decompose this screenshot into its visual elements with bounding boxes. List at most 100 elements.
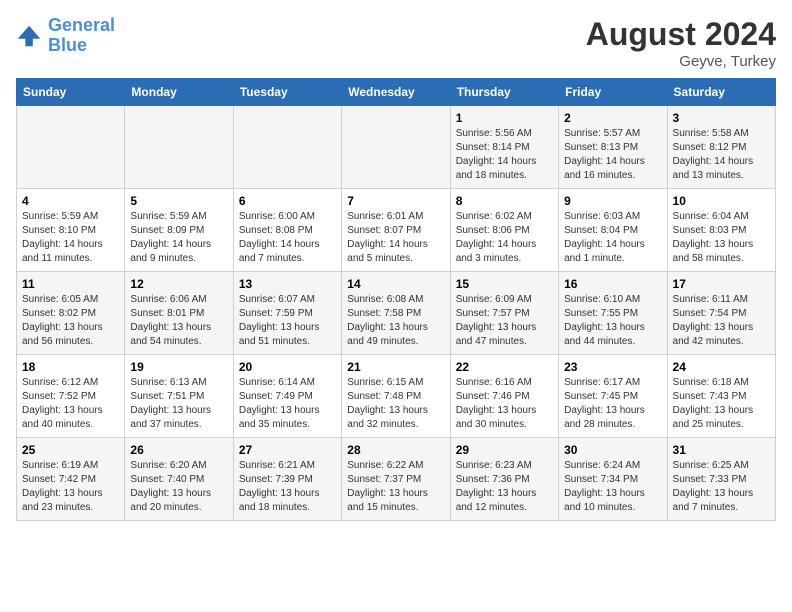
day-cell: 3 Sunrise: 5:58 AM Sunset: 8:12 PM Daylig… <box>667 106 775 189</box>
day-cell: 25Sunrise: 6:19 AM Sunset: 7:42 PM Dayli… <box>17 438 125 521</box>
logo-text: General Blue <box>48 16 115 56</box>
day-info: Sunrise: 6:18 AM Sunset: 7:43 PM Dayligh… <box>673 376 770 432</box>
day-cell: 17 Sunrise: 6:11 AM Sunset: 7:54 PM Dayli… <box>667 272 775 355</box>
day-info: Sunrise: 6:00 AM Sunset: 8:08 PM Dayligh… <box>239 210 336 266</box>
day-number: 20 <box>239 360 336 374</box>
logo-icon <box>16 22 44 50</box>
header-cell-monday: Monday <box>125 79 233 106</box>
day-number: 13 <box>239 277 336 291</box>
location: Geyve, Turkey <box>586 53 776 70</box>
day-number: 10 <box>673 194 770 208</box>
day-cell <box>125 106 233 189</box>
day-info: Sunrise: 6:07 AM Sunset: 7:59 PM Dayligh… <box>239 293 336 349</box>
day-info: Sunrise: 6:22 AM Sunset: 7:37 PM Dayligh… <box>347 459 444 515</box>
day-number: 7 <box>347 194 444 208</box>
day-number: 27 <box>239 443 336 457</box>
day-info: Sunrise: 6:03 AM Sunset: 8:04 PM Dayligh… <box>564 210 661 266</box>
day-number: 23 <box>564 360 661 374</box>
day-info: Sunrise: 5:59 AM Sunset: 8:10 PM Dayligh… <box>22 210 119 266</box>
day-cell: 21 Sunrise: 6:15 AM Sunset: 7:48 PM Dayli… <box>342 355 450 438</box>
day-info: Sunrise: 5:57 AM Sunset: 8:13 PM Dayligh… <box>564 127 661 183</box>
day-number: 2 <box>564 111 661 125</box>
header-cell-friday: Friday <box>559 79 667 106</box>
day-cell: 19 Sunrise: 6:13 AM Sunset: 7:51 PM Dayli… <box>125 355 233 438</box>
day-cell: 14 Sunrise: 6:08 AM Sunset: 7:58 PM Dayli… <box>342 272 450 355</box>
day-cell: 2 Sunrise: 5:57 AM Sunset: 8:13 PM Daylig… <box>559 106 667 189</box>
day-cell: 29 Sunrise: 6:23 AM Sunset: 7:36 PM Dayli… <box>450 438 558 521</box>
day-number: 1 <box>456 111 553 125</box>
day-cell: 23 Sunrise: 6:17 AM Sunset: 7:45 PM Dayli… <box>559 355 667 438</box>
day-number: 16 <box>564 277 661 291</box>
day-cell: 18Sunrise: 6:12 AM Sunset: 7:52 PM Dayli… <box>17 355 125 438</box>
day-info: Sunrise: 6:17 AM Sunset: 7:45 PM Dayligh… <box>564 376 661 432</box>
day-info: Sunrise: 6:23 AM Sunset: 7:36 PM Dayligh… <box>456 459 553 515</box>
day-info: Sunrise: 6:12 AM Sunset: 7:52 PM Dayligh… <box>22 376 119 432</box>
day-number: 14 <box>347 277 444 291</box>
day-cell: 4 Sunrise: 5:59 AM Sunset: 8:10 PM Daylig… <box>17 189 125 272</box>
day-cell <box>342 106 450 189</box>
day-number: 11 <box>22 277 119 291</box>
day-info: Sunrise: 6:04 AM Sunset: 8:03 PM Dayligh… <box>673 210 770 266</box>
day-info: Sunrise: 6:10 AM Sunset: 7:55 PM Dayligh… <box>564 293 661 349</box>
logo-line2: Blue <box>48 35 87 55</box>
logo-line1: General <box>48 15 115 35</box>
week-row-2: 4 Sunrise: 5:59 AM Sunset: 8:10 PM Daylig… <box>17 189 776 272</box>
day-info: Sunrise: 6:05 AM Sunset: 8:02 PM Dayligh… <box>22 293 119 349</box>
day-info: Sunrise: 6:01 AM Sunset: 8:07 PM Dayligh… <box>347 210 444 266</box>
header-cell-saturday: Saturday <box>667 79 775 106</box>
month-year: August 2024 <box>586 16 776 53</box>
day-number: 30 <box>564 443 661 457</box>
week-row-5: 25Sunrise: 6:19 AM Sunset: 7:42 PM Dayli… <box>17 438 776 521</box>
day-number: 9 <box>564 194 661 208</box>
day-number: 29 <box>456 443 553 457</box>
day-info: Sunrise: 5:59 AM Sunset: 8:09 PM Dayligh… <box>130 210 227 266</box>
day-info: Sunrise: 6:13 AM Sunset: 7:51 PM Dayligh… <box>130 376 227 432</box>
day-number: 5 <box>130 194 227 208</box>
day-cell: 10 Sunrise: 6:04 AM Sunset: 8:03 PM Dayli… <box>667 189 775 272</box>
day-cell: 24Sunrise: 6:18 AM Sunset: 7:43 PM Dayli… <box>667 355 775 438</box>
day-cell: 6 Sunrise: 6:00 AM Sunset: 8:08 PM Daylig… <box>233 189 341 272</box>
day-number: 19 <box>130 360 227 374</box>
day-number: 25 <box>22 443 119 457</box>
day-number: 31 <box>673 443 770 457</box>
day-info: Sunrise: 6:15 AM Sunset: 7:48 PM Dayligh… <box>347 376 444 432</box>
day-number: 8 <box>456 194 553 208</box>
day-cell: 13 Sunrise: 6:07 AM Sunset: 7:59 PM Dayli… <box>233 272 341 355</box>
day-number: 26 <box>130 443 227 457</box>
day-cell: 11 Sunrise: 6:05 AM Sunset: 8:02 PM Dayli… <box>17 272 125 355</box>
day-info: Sunrise: 6:11 AM Sunset: 7:54 PM Dayligh… <box>673 293 770 349</box>
day-cell: 31 Sunrise: 6:25 AM Sunset: 7:33 PM Dayli… <box>667 438 775 521</box>
day-number: 3 <box>673 111 770 125</box>
page-header: General Blue August 2024 Geyve, Turkey <box>16 16 776 70</box>
day-number: 4 <box>22 194 119 208</box>
day-number: 22 <box>456 360 553 374</box>
day-cell: 16 Sunrise: 6:10 AM Sunset: 7:55 PM Dayli… <box>559 272 667 355</box>
day-cell: 5 Sunrise: 5:59 AM Sunset: 8:09 PM Daylig… <box>125 189 233 272</box>
day-cell: 9 Sunrise: 6:03 AM Sunset: 8:04 PM Daylig… <box>559 189 667 272</box>
day-cell: 7 Sunrise: 6:01 AM Sunset: 8:07 PM Daylig… <box>342 189 450 272</box>
logo: General Blue <box>16 16 115 56</box>
day-number: 6 <box>239 194 336 208</box>
calendar-table: SundayMondayTuesdayWednesdayThursdayFrid… <box>16 78 776 521</box>
day-info: Sunrise: 6:25 AM Sunset: 7:33 PM Dayligh… <box>673 459 770 515</box>
header-cell-thursday: Thursday <box>450 79 558 106</box>
day-cell: 15Sunrise: 6:09 AM Sunset: 7:57 PM Dayli… <box>450 272 558 355</box>
day-number: 17 <box>673 277 770 291</box>
week-row-4: 18Sunrise: 6:12 AM Sunset: 7:52 PM Dayli… <box>17 355 776 438</box>
day-number: 21 <box>347 360 444 374</box>
day-cell: 1Sunrise: 5:56 AM Sunset: 8:14 PM Daylig… <box>450 106 558 189</box>
day-info: Sunrise: 6:24 AM Sunset: 7:34 PM Dayligh… <box>564 459 661 515</box>
week-row-1: 1Sunrise: 5:56 AM Sunset: 8:14 PM Daylig… <box>17 106 776 189</box>
day-info: Sunrise: 6:09 AM Sunset: 7:57 PM Dayligh… <box>456 293 553 349</box>
week-row-3: 11 Sunrise: 6:05 AM Sunset: 8:02 PM Dayli… <box>17 272 776 355</box>
day-info: Sunrise: 6:08 AM Sunset: 7:58 PM Dayligh… <box>347 293 444 349</box>
day-cell: 28Sunrise: 6:22 AM Sunset: 7:37 PM Dayli… <box>342 438 450 521</box>
day-info: Sunrise: 6:21 AM Sunset: 7:39 PM Dayligh… <box>239 459 336 515</box>
header-row: SundayMondayTuesdayWednesdayThursdayFrid… <box>17 79 776 106</box>
day-info: Sunrise: 5:58 AM Sunset: 8:12 PM Dayligh… <box>673 127 770 183</box>
day-cell: 20Sunrise: 6:14 AM Sunset: 7:49 PM Dayli… <box>233 355 341 438</box>
title-block: August 2024 Geyve, Turkey <box>586 16 776 70</box>
day-number: 12 <box>130 277 227 291</box>
header-cell-wednesday: Wednesday <box>342 79 450 106</box>
day-info: Sunrise: 6:20 AM Sunset: 7:40 PM Dayligh… <box>130 459 227 515</box>
